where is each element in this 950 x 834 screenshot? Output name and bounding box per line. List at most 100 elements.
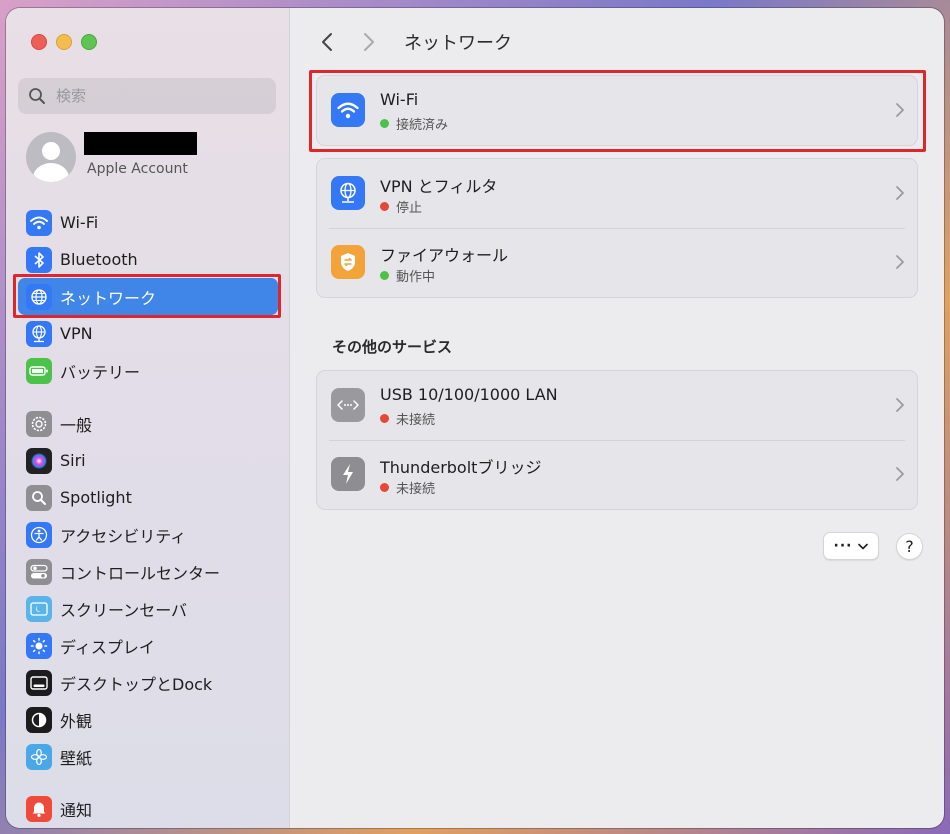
toolbar: ネットワーク	[312, 26, 512, 58]
window-controls	[31, 34, 97, 50]
sidebar-item-label: Bluetooth	[60, 250, 138, 269]
chevron-left-icon	[322, 33, 332, 51]
other-services-heading: その他のサービス	[332, 338, 453, 356]
sidebar-item-label: ディスプレイ	[60, 637, 155, 657]
back-button[interactable]	[312, 27, 342, 57]
sidebar-item-label: 壁紙	[60, 748, 93, 768]
sidebar-item-label: 外観	[60, 711, 93, 731]
sidebar-item-label: 一般	[60, 415, 93, 435]
chevron-right-icon	[364, 33, 374, 51]
thunderbolt-bridge-row[interactable]: Thunderboltブリッジ 未接続	[317, 440, 917, 509]
chevron-right-icon	[896, 398, 904, 412]
minimize-button[interactable]	[56, 34, 72, 50]
ellipsis-icon: ···	[833, 538, 853, 554]
thunderbolt-icon	[331, 457, 365, 491]
sidebar-item-appearance[interactable]: 外観	[18, 701, 278, 738]
battery-icon	[26, 357, 52, 384]
firewall-row[interactable]: ファイアウォール 動作中	[317, 228, 917, 297]
status-dot-red	[380, 483, 389, 492]
vpn-name: VPN とフィルタ	[380, 177, 498, 196]
usb-lan-name: USB 10/100/1000 LAN	[380, 385, 558, 404]
accessibility-icon	[26, 521, 52, 548]
help-button[interactable]: ?	[896, 533, 923, 560]
sidebar-item-label: アクセシビリティ	[60, 526, 187, 546]
sidebar-item-desktop-dock[interactable]: デスクトップとDock	[18, 664, 278, 701]
status-dot-green	[380, 271, 389, 280]
page-title: ネットワーク	[404, 33, 512, 54]
usb-lan-status: 未接続	[380, 409, 435, 428]
vpn-globe-icon	[331, 176, 365, 210]
chevron-down-icon	[858, 543, 869, 549]
siri-icon	[26, 447, 52, 474]
search-icon	[29, 88, 45, 104]
sun-icon	[26, 632, 52, 659]
forward-button[interactable]	[354, 27, 384, 57]
vpn-status-text: 停止	[396, 201, 423, 216]
sidebar-item-general[interactable]: 一般	[18, 405, 278, 442]
bell-icon	[26, 795, 52, 822]
settings-window: Apple Account Wi-Fi Bluetooth ネットワーク	[6, 8, 944, 828]
sidebar-item-label: バッテリー	[60, 362, 141, 382]
flower-icon	[26, 743, 52, 770]
firewall-name: ファイアウォール	[380, 246, 509, 265]
vpn-filter-row[interactable]: VPN とフィルタ 停止	[317, 159, 917, 228]
ethernet-icon	[331, 388, 365, 422]
thunderbolt-status-text: 未接続	[396, 482, 436, 497]
sidebar-item-wallpaper[interactable]: 壁紙	[18, 738, 278, 775]
account-subtitle: Apple Account	[87, 161, 188, 177]
apple-account[interactable]: Apple Account	[26, 132, 276, 184]
status-dot-red	[380, 414, 389, 423]
bluetooth-icon	[26, 246, 52, 273]
security-card: VPN とフィルタ 停止 ファイアウォール 動作中	[316, 158, 918, 298]
sidebar-item-label: VPN	[60, 324, 93, 343]
sidebar-item-battery[interactable]: バッテリー	[18, 352, 278, 389]
screensaver-icon	[26, 595, 52, 622]
appearance-icon	[26, 706, 52, 733]
vpn-globe-icon	[26, 320, 52, 347]
gear-icon	[26, 410, 52, 437]
sidebar-item-label: 通知	[60, 800, 93, 820]
chevron-right-icon	[896, 186, 904, 200]
firewall-status: 動作中	[380, 266, 435, 285]
sidebar-item-vpn[interactable]: VPN	[18, 315, 278, 352]
status-dot-red	[380, 202, 389, 211]
search-field[interactable]	[18, 78, 276, 114]
chevron-right-icon	[896, 255, 904, 269]
sidebar-nav-notifications-group: 通知	[18, 790, 278, 827]
close-button[interactable]	[31, 34, 47, 50]
sidebar: Apple Account Wi-Fi Bluetooth ネットワーク	[6, 8, 290, 828]
other-services-card: USB 10/100/1000 LAN 未接続 Thunderboltブリッジ …	[316, 370, 918, 510]
toggles-icon	[26, 558, 52, 585]
firewall-shield-icon	[331, 245, 365, 279]
sidebar-item-label: デスクトップとDock	[60, 674, 213, 694]
sidebar-item-notifications[interactable]: 通知	[18, 790, 278, 827]
usb-lan-row[interactable]: USB 10/100/1000 LAN 未接続	[317, 371, 917, 440]
sidebar-item-label: スクリーンセーバ	[60, 600, 188, 620]
main-pane: ネットワーク Wi-Fi 接続済み VPN とフィルタ 停止 ファイアウォール …	[290, 8, 944, 828]
sidebar-item-accessibility[interactable]: アクセシビリティ	[18, 516, 278, 553]
sidebar-item-label: コントロールセンター	[60, 563, 221, 583]
redacted-account-name	[84, 132, 197, 155]
avatar	[26, 132, 76, 182]
firewall-status-text: 動作中	[396, 270, 436, 285]
magnifier-icon	[26, 484, 52, 511]
sidebar-item-wifi[interactable]: Wi-Fi	[18, 204, 278, 241]
usb-lan-status-text: 未接続	[396, 413, 436, 428]
vpn-status: 停止	[380, 197, 422, 216]
zoom-button[interactable]	[81, 34, 97, 50]
sidebar-item-label: Wi-Fi	[60, 213, 99, 232]
sidebar-item-siri[interactable]: Siri	[18, 442, 278, 479]
wifi-icon	[26, 209, 52, 236]
sidebar-item-spotlight[interactable]: Spotlight	[18, 479, 278, 516]
annotation-highlight-network	[13, 274, 281, 318]
thunderbolt-bridge-name: Thunderboltブリッジ	[380, 458, 542, 477]
sidebar-item-control-center[interactable]: コントロールセンター	[18, 553, 278, 590]
search-input[interactable]	[54, 86, 258, 106]
sidebar-item-bluetooth[interactable]: Bluetooth	[18, 241, 278, 278]
annotation-highlight-wifi	[309, 70, 926, 152]
more-actions-button[interactable]: ···	[823, 532, 879, 560]
chevron-right-icon	[896, 467, 904, 481]
sidebar-item-screensaver[interactable]: スクリーンセーバ	[18, 590, 278, 627]
dock-icon	[26, 669, 52, 696]
sidebar-item-display[interactable]: ディスプレイ	[18, 627, 278, 664]
